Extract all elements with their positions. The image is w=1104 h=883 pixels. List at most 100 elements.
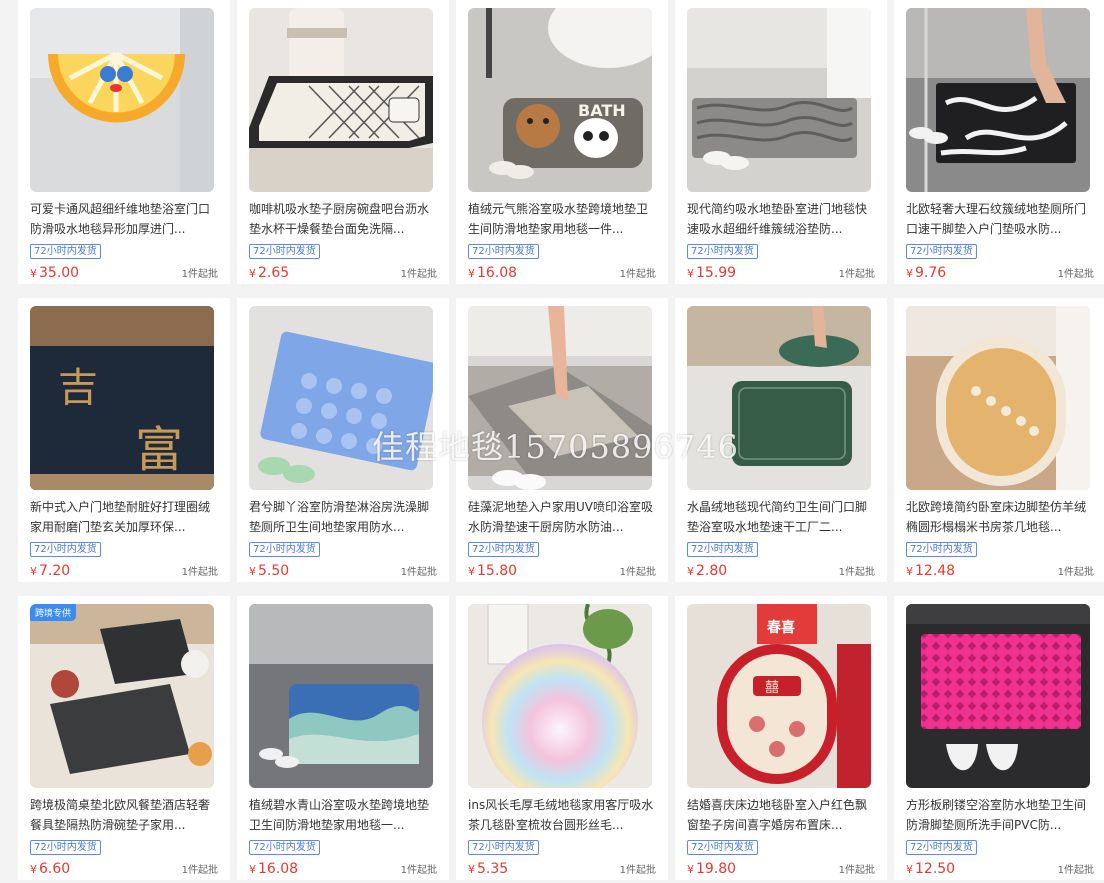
product-price: ¥7.20 [30,563,71,579]
product-card[interactable]: 春喜 囍 结婚喜庆床边地毯卧室入户红色飘窗垫子房间喜字婚房布置床... 72小时… [675,596,887,880]
product-title[interactable]: 北欧跨境简约卧室床边脚垫仿羊绒椭圆形榻榻米书房茶几地毯... [906,497,1094,537]
product-title[interactable]: 植绒元气熊浴室吸水垫跨境地垫卫生间防滑地垫家用地毯一件... [468,199,656,239]
price-row: ¥2.65 1件起批 [249,265,437,281]
product-image[interactable]: 吉 富 [30,306,214,490]
shipping-badge: 72小时内发货 [30,840,101,855]
product-card[interactable]: 硅藻泥地垫入户家用UV喷印浴室吸水防滑垫速干厨房防水防油... 72小时内发货 … [456,298,668,582]
product-card[interactable]: 水晶绒地毯现代简约卫生间门口脚垫浴室吸水地垫速干工厂二... 72小时内发货 ¥… [675,298,887,582]
rug-print-text: BATH [578,101,626,120]
price-row: ¥9.76 1件起批 [906,265,1094,281]
product-title[interactable]: 可爱卡通风超细纤维地垫浴室门口防滑吸水地毯异形加厚进门... [30,199,218,239]
product-card[interactable]: 可爱卡通风超细纤维地垫浴室门口防滑吸水地毯异形加厚进门... 72小时内发货 ¥… [18,0,230,284]
product-price: ¥9.76 [906,265,947,281]
product-card[interactable]: 跨境专供 跨境极简桌垫北欧风餐垫酒店轻奢餐具垫隔热防滑碗垫子家用... 72小时… [18,596,230,880]
product-title[interactable]: 方形板刷镂空浴室防水地垫卫生间防滑脚垫厕所洗手间PVC防... [906,795,1094,835]
product-image[interactable] [30,8,214,192]
product-grid: 可爱卡通风超细纤维地垫浴室门口防滑吸水地毯异形加厚进门... 72小时内发货 ¥… [18,0,1104,880]
product-price: ¥35.00 [30,265,80,281]
price-row: ¥6.60 1件起批 [30,861,218,877]
shipping-badge: 72小时内发货 [687,244,758,259]
product-title[interactable]: 跨境极简桌垫北欧风餐垫酒店轻奢餐具垫隔热防滑碗垫子家用... [30,795,218,835]
price-row: ¥12.50 1件起批 [906,861,1094,877]
product-title[interactable]: 水晶绒地毯现代简约卫生间门口脚垫浴室吸水地垫速干工厂二... [687,497,875,537]
product-card[interactable]: 方形板刷镂空浴室防水地垫卫生间防滑脚垫厕所洗手间PVC防... 72小时内发货 … [894,596,1104,880]
svg-text:富: 富 [135,422,183,478]
rug-print-text: 春喜 [766,619,795,636]
product-price: ¥12.48 [906,563,956,579]
product-title[interactable]: 硅藻泥地垫入户家用UV喷印浴室吸水防滑垫速干厨房防水防油... [468,497,656,537]
shipping-badge: 72小时内发货 [30,244,101,259]
min-order: 1件起批 [400,567,437,578]
product-card[interactable]: 植绒碧水青山浴室吸水垫跨境地垫卫生间防滑地垫家用地毯一... 72小时内发货 ¥… [237,596,449,880]
min-order: 1件起批 [181,567,218,578]
product-image[interactable]: BATH [468,8,652,192]
product-image[interactable] [906,306,1090,490]
price-row: ¥7.20 1件起批 [30,563,218,579]
product-image[interactable] [687,8,871,192]
product-title[interactable]: 君兮脚丫浴室防滑垫淋浴房洗澡脚垫厕所卫生间地垫家用防水... [249,497,437,537]
product-image[interactable] [687,306,871,490]
shipping-badge: 72小时内发货 [249,244,320,259]
min-order: 1件起批 [619,865,656,876]
price-row: ¥15.80 1件起批 [468,563,656,579]
product-image[interactable]: 跨境专供 [30,604,214,788]
product-card[interactable]: ins风长毛厚毛绒地毯家用客厅吸水茶几毯卧室梳妆台圆形丝毛... 72小时内发货… [456,596,668,880]
price-row: ¥16.08 1件起批 [249,861,437,877]
product-price: ¥5.35 [468,861,509,877]
price-row: ¥15.99 1件起批 [687,265,875,281]
product-image[interactable] [249,604,433,788]
product-image[interactable] [249,306,433,490]
price-row: ¥16.08 1件起批 [468,265,656,281]
min-order: 1件起批 [619,269,656,280]
min-order: 1件起批 [181,269,218,280]
price-row: ¥2.80 1件起批 [687,563,875,579]
svg-text:吉: 吉 [58,365,98,411]
product-title[interactable]: 咖啡机吸水垫子厨房碗盘吧台沥水垫水杯干燥餐垫台面免洗隔... [249,199,437,239]
shipping-badge: 72小时内发货 [468,244,539,259]
shipping-badge: 72小时内发货 [468,840,539,855]
min-order: 1件起批 [400,865,437,876]
product-card[interactable]: 吉 富 新中式入户门地垫耐脏好打理圈绒家用耐磨门垫玄关加厚环保... 72小时内… [18,298,230,582]
product-price: ¥2.80 [687,563,728,579]
price-row: ¥19.80 1件起批 [687,861,875,877]
product-image[interactable]: 春喜 囍 [687,604,871,788]
product-card[interactable]: 君兮脚丫浴室防滑垫淋浴房洗澡脚垫厕所卫生间地垫家用防水... 72小时内发货 ¥… [237,298,449,582]
product-price: ¥5.50 [249,563,290,579]
shipping-badge: 72小时内发货 [906,542,977,557]
product-price: ¥16.08 [249,861,299,877]
product-price: ¥12.50 [906,861,956,877]
product-card[interactable]: 北欧轻奢大理石纹簇绒地垫厕所门口速干脚垫入户门垫吸水防... 72小时内发货 ¥… [894,0,1104,284]
product-card[interactable]: 咖啡机吸水垫子厨房碗盘吧台沥水垫水杯干燥餐垫台面免洗隔... 72小时内发货 ¥… [237,0,449,284]
product-card[interactable]: BATH 植绒元气熊浴室吸水垫跨境地垫卫生间防滑地垫家用地毯一件... 72小时… [456,0,668,284]
shipping-badge: 72小时内发货 [687,542,758,557]
shipping-badge: 72小时内发货 [468,542,539,557]
price-row: ¥5.50 1件起批 [249,563,437,579]
min-order: 1件起批 [1057,865,1094,876]
product-title[interactable]: 结婚喜庆床边地毯卧室入户红色飘窗垫子房间喜字婚房布置床... [687,795,875,835]
product-image[interactable] [249,8,433,192]
product-title[interactable]: 北欧轻奢大理石纹簇绒地垫厕所门口速干脚垫入户门垫吸水防... [906,199,1094,239]
product-card[interactable]: 现代简约吸水地垫卧室进门地毯快速吸水超细纤维簇绒浴垫防... 72小时内发货 ¥… [675,0,887,284]
shipping-badge: 72小时内发货 [249,840,320,855]
min-order: 1件起批 [838,269,875,280]
shipping-badge: 72小时内发货 [687,840,758,855]
min-order: 1件起批 [619,567,656,578]
min-order: 1件起批 [838,567,875,578]
min-order: 1件起批 [400,269,437,280]
product-card[interactable]: 北欧跨境简约卧室床边脚垫仿羊绒椭圆形榻榻米书房茶几地毯... 72小时内发货 ¥… [894,298,1104,582]
shipping-badge: 72小时内发货 [30,542,101,557]
shipping-badge: 72小时内发货 [249,542,320,557]
product-title[interactable]: 现代简约吸水地垫卧室进门地毯快速吸水超细纤维簇绒浴垫防... [687,199,875,239]
product-image[interactable] [468,306,652,490]
price-row: ¥35.00 1件起批 [30,265,218,281]
product-price: ¥16.08 [468,265,518,281]
min-order: 1件起批 [1057,567,1094,578]
product-image[interactable] [906,8,1090,192]
rug-print-text: 囍 [765,680,779,696]
product-title[interactable]: 植绒碧水青山浴室吸水垫跨境地垫卫生间防滑地垫家用地毯一... [249,795,437,835]
product-image[interactable] [906,604,1090,788]
product-title[interactable]: 新中式入户门地垫耐脏好打理圈绒家用耐磨门垫玄关加厚环保... [30,497,218,537]
cross-border-tag: 跨境专供 [30,604,77,621]
product-image[interactable] [468,604,652,788]
product-title[interactable]: ins风长毛厚毛绒地毯家用客厅吸水茶几毯卧室梳妆台圆形丝毛... [468,795,656,835]
